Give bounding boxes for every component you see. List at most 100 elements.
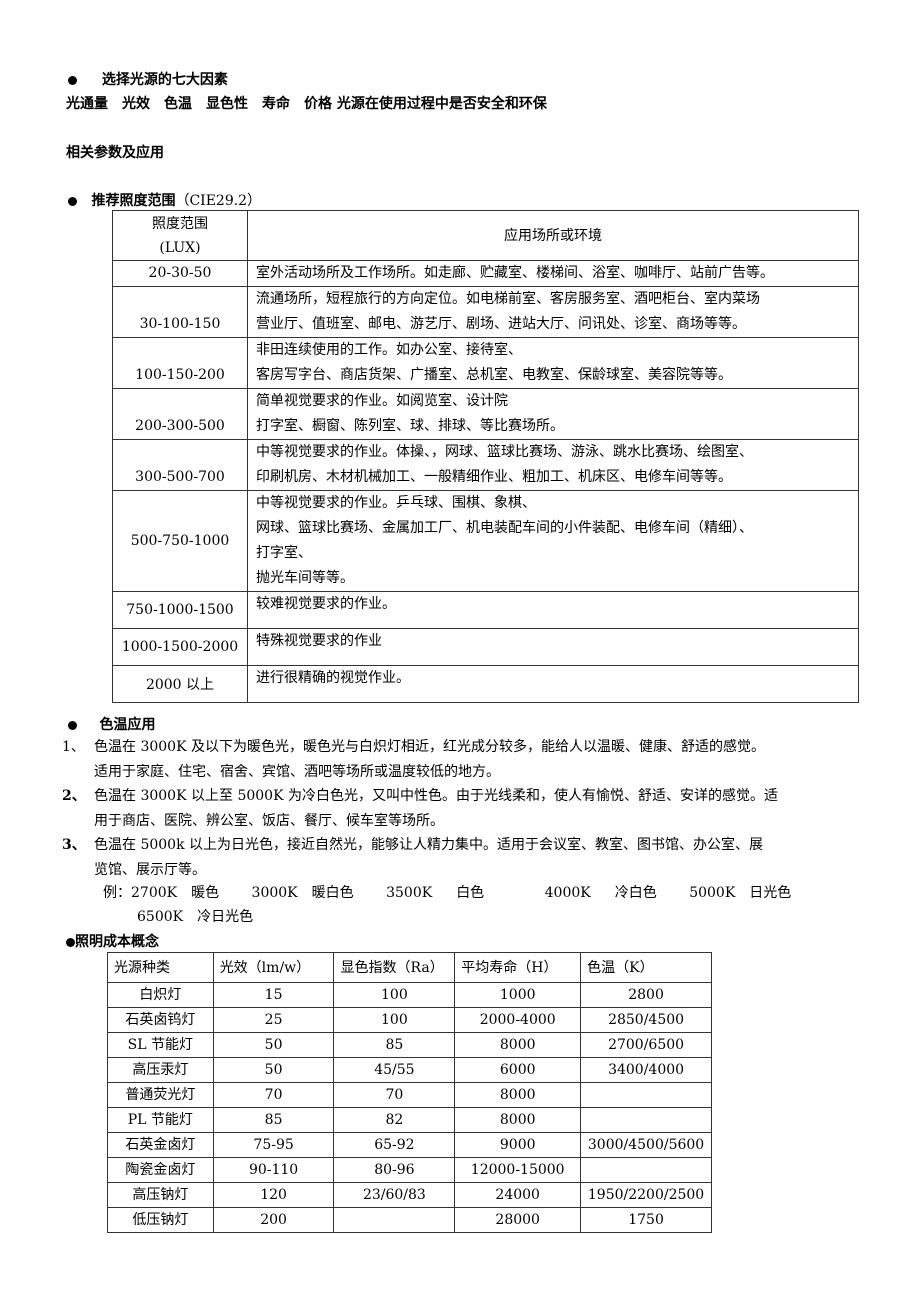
value-cell [580,1082,712,1108]
header-range: 照度范围 (LUX) [112,210,248,261]
value-cell: 2700/6500 [580,1032,712,1058]
value-cell: 70 [333,1082,456,1108]
bullet-icon [68,196,77,206]
application-cell: 特殊视觉要求的作业 [247,628,859,666]
lamp-type-cell: 低压钠灯 [107,1207,214,1233]
bullet-icon [66,937,75,947]
example-kelvin: 2700K [131,885,178,901]
table-row: 30-100-150 流通场所，短程旅行的方向定位。如电梯前室、客房服务室、酒吧柜… [112,286,859,338]
value-cell: 2850/4500 [580,1007,712,1033]
value-cell: 82 [333,1107,456,1133]
table-row: 300-500-700 中等视觉要求的作业。体操、，网球、篮球比赛场、游泳、跳水比… [112,439,859,491]
application-line: 打字室、 [256,545,312,561]
value-cell: 50 [212,1032,335,1058]
table-row: 100-150-200 非田连续使用的工作。如办公室、接待室、 客房写字台、商店货架… [112,337,859,389]
heading-suffix: （CIE29.2） [175,193,262,209]
application-line: 流通场所，短程旅行的方向定位。如电梯前室、客房服务室、酒吧柜台、室内菜场 [256,291,760,307]
example-kelvin: 4000K [544,885,591,901]
range-cell: 20-30-50 [112,260,248,287]
example-line-1: 例：2700K 暖色 3000K 暖白色 3500K 白色 4000K 冷白色 5000… [103,882,791,902]
value-cell: 80-96 [333,1157,456,1183]
table-row: 高压钠灯 120 23/60/83 24000 1950/2200/2500 [107,1182,712,1208]
application-cell: 简单视觉要求的作业。如阅览室、设计院 打字室、橱窗、陈列室、球、排球、等比赛场所。 [247,388,859,440]
list-item: 1、 色温在 3000K 及以下为暖色光，暖色光与白炽灯相近，红光成分较多，能给人… [62,735,862,760]
column-header: 光源种类 [107,952,214,983]
header-application: 应用场所或环境 [247,210,859,261]
table-row: 低压钠灯 200 28000 1750 [107,1207,712,1233]
application-line: 简单视觉要求的作业。如阅览室、设计院 [256,393,508,409]
item-line2: 用于商店、医院、辨公室、饭店、餐厅、候车室等场所。 [94,812,444,829]
value-cell: 100 [333,982,456,1008]
column-header: 平均寿命（H） [454,952,582,983]
factors-line: 光通量 光效 色温 显色性 寿命 价格 光源在使用过程中是否安全和环保 [66,96,547,112]
section-heading-factors: 选择光源的七大因素 [68,69,228,89]
bullet-icon [68,75,77,85]
value-cell: 2800 [580,982,712,1008]
table-row: 20-30-50 室外活动场所及工作场所。如走廊、贮藏室、楼梯间、浴室、咖啡厅、站… [112,260,859,287]
application-line: 网球、篮球比赛场、金属加工厂、机电装配车间的小件装配、电修车间（精细）、 [256,520,753,536]
lamp-type-cell: 石英卤钨灯 [107,1007,214,1033]
value-cell: 2000-4000 [454,1007,582,1033]
range-cell: 200-300-500 [112,388,248,440]
application-line: 中等视觉要求的作业。体操、，网球、篮球比赛场、游泳、跳水比赛场、绘图室、 [256,444,753,460]
value-cell [333,1207,456,1233]
application-line: 非田连续使用的工作。如办公室、接待室、 [256,342,522,358]
application-cell: 非田连续使用的工作。如办公室、接待室、 客房写字台、商店货架、广播室、总机室、电教… [247,337,859,389]
table-row: 石英金卤灯 75-95 65-92 9000 3000/4500/5600 [107,1132,712,1158]
application-line: 较难视觉要求的作业。 [256,596,396,612]
item-line1: 色温在 3000K 以上至 5000K 为冷白色光，又叫中性色。由于光线柔和，使… [94,788,778,804]
value-cell: 3000/4500/5600 [580,1132,712,1158]
table-row: 2000 以上 进行很精确的视觉作业。 [112,665,859,703]
table-row: 1000-1500-2000 特殊视觉要求的作业 [112,628,859,666]
value-cell: 1750 [580,1207,712,1233]
value-cell: 1950/2200/2500 [580,1182,712,1208]
list-item: 2、 色温在 3000K 以上至 5000K 为冷白色光，又叫中性色。由于光线柔和… [62,784,862,809]
section-heading-lux: 推荐照度范围（CIE29.2） [68,190,261,210]
column-header: 光效（lm/w） [212,952,335,983]
application-cell: 较难视觉要求的作业。 [247,591,859,629]
lamp-type-cell: 高压钠灯 [107,1182,214,1208]
value-cell: 90-110 [212,1157,335,1183]
value-cell: 85 [333,1032,456,1058]
value-cell: 12000-15000 [454,1157,582,1183]
bullet-icon [68,720,77,730]
value-cell: 6000 [454,1057,582,1083]
heading-text: 照明成本概念 [75,934,159,950]
heading-text: 色温应用 [99,717,156,733]
range-cell: 750-1000-1500 [112,591,248,629]
heading-text: 推荐照度范围 [91,193,176,209]
item-line2: 适用于家庭、住宅、宿舍、宾馆、酒吧等场所或温度较低的地方。 [94,763,500,780]
color-temp-list: 1、 色温在 3000K 及以下为暖色光，暖色光与白炽灯相近，红光成分较多，能给人… [62,735,862,882]
table-header-row: 光源种类 光效（lm/w） 显色指数（Ra） 平均寿命（H） 色温（K） [107,952,712,983]
lamp-type-cell: 高压汞灯 [107,1057,214,1083]
table-row: 普通荧光灯 70 70 8000 [107,1082,712,1108]
heading-text: 选择光源的七大因素 [101,72,228,88]
column-header: 色温（K） [580,952,712,983]
section-heading-color-temp: 色温应用 [68,714,155,734]
range-cell: 30-100-150 [112,286,248,338]
value-cell: 70 [212,1082,335,1108]
value-cell: 1000 [454,982,582,1008]
example-kelvin: 3500K [386,885,433,901]
lamp-type-cell: 普通荧光灯 [107,1082,214,1108]
header-range-line2: (LUX) [159,239,201,256]
lamp-type-cell: 陶瓷金卤灯 [107,1157,214,1183]
value-cell: 8000 [454,1032,582,1058]
section-heading-params: 相关参数及应用 [66,145,164,161]
value-cell: 23/60/83 [333,1182,456,1208]
item-number: 1、 [62,739,85,755]
lamp-type-cell: SL 节能灯 [107,1032,214,1058]
value-cell: 8000 [454,1107,582,1133]
application-cell: 中等视觉要求的作业。体操、，网球、篮球比赛场、游泳、跳水比赛场、绘图室、 印刷机房… [247,439,859,491]
application-cell: 进行很精确的视觉作业。 [247,665,859,703]
value-cell: 65-92 [333,1132,456,1158]
table-row: 高压汞灯 50 45/55 6000 3400/4000 [107,1057,712,1083]
example-name: 日光色 [749,885,792,901]
lighting-cost-table: 光源种类 光效（lm/w） 显色指数（Ra） 平均寿命（H） 色温（K） 白炽灯 15 100… [107,952,712,1233]
example-name: 暖白色 [311,885,354,901]
table-row: 石英卤钨灯 25 100 2000-4000 2850/4500 [107,1007,712,1033]
application-cell: 室外活动场所及工作场所。如走廊、贮藏室、楼梯间、浴室、咖啡厅、站前广告等。 [247,260,859,287]
example-kelvin: 5000K [689,885,736,901]
example-label: 例： [103,885,131,901]
application-line: 抛光车间等等。 [256,570,354,586]
